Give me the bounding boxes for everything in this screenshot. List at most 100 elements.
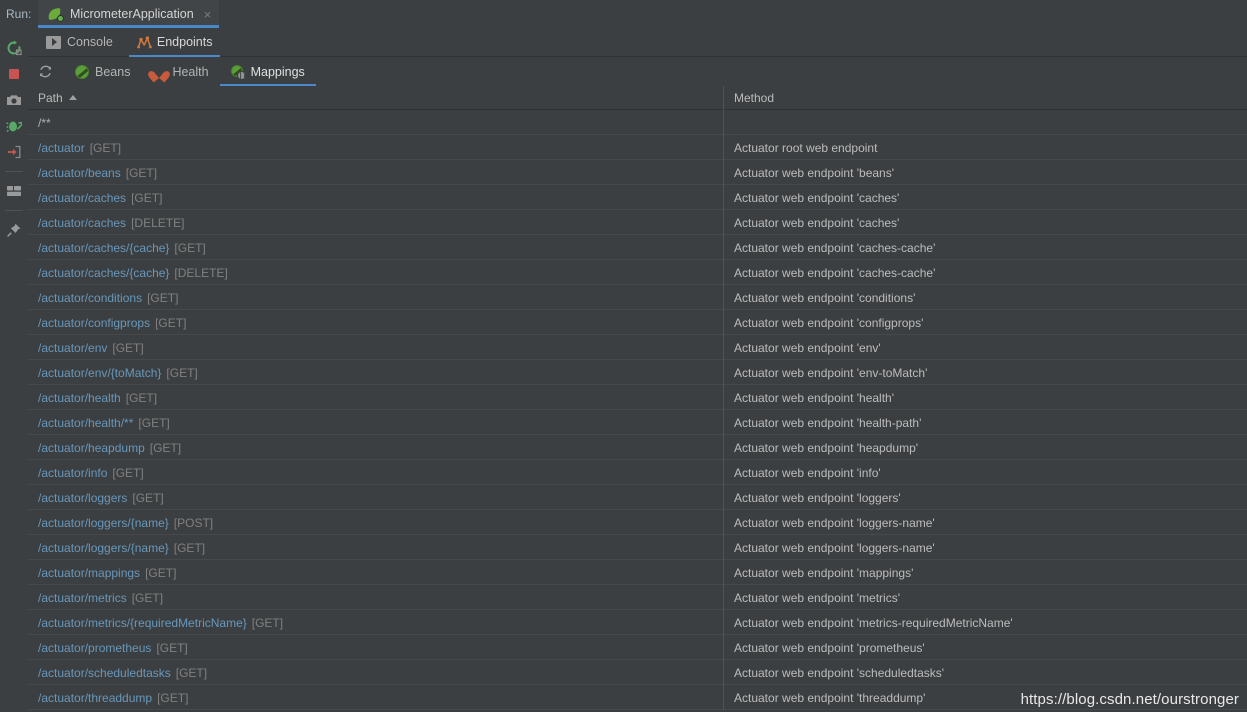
cell-path[interactable]: /actuator/loggers/{name} [POST] — [28, 510, 723, 535]
column-header-path[interactable]: Path — [28, 86, 723, 110]
cell-path[interactable]: /actuator/threaddump [GET] — [28, 685, 723, 710]
table-row[interactable]: /actuator/caches/{cache} [DELETE] Actuator… — [28, 260, 1247, 285]
tab-beans[interactable]: Beans — [64, 57, 141, 86]
cell-method: Actuator root web endpoint — [723, 135, 1247, 160]
path-link[interactable]: /actuator/loggers/{name} — [38, 516, 169, 530]
cell-path[interactable]: /actuator/metrics/{requiredMetricName} [G… — [28, 610, 723, 635]
table-row[interactable]: /actuator/caches [GET] Actuator web endpoi… — [28, 185, 1247, 210]
table-row[interactable]: /actuator/caches/{cache} [GET] Actuator we… — [28, 235, 1247, 260]
table-row[interactable]: /** — [28, 110, 1247, 135]
method-description: Actuator web endpoint 'prometheus' — [734, 640, 925, 655]
cell-method: Actuator web endpoint 'metrics' — [723, 585, 1247, 610]
table-row[interactable]: /actuator/health [GET] Actuator web endpoi… — [28, 385, 1247, 410]
cell-path[interactable]: /actuator/health [GET] — [28, 385, 723, 410]
path-link[interactable]: /actuator/loggers/{name} — [38, 541, 169, 555]
path-link[interactable]: /actuator/caches — [38, 191, 126, 205]
tab-mappings[interactable]: Mappings — [219, 57, 317, 86]
health-icon — [152, 65, 166, 79]
path-link[interactable]: /actuator/scheduledtasks — [38, 666, 171, 680]
cell-path[interactable]: /actuator/caches [DELETE] — [28, 210, 723, 235]
cell-path[interactable]: /actuator/metrics [GET] — [28, 585, 723, 610]
table-row[interactable]: /actuator/metrics/{requiredMetricName} [G… — [28, 610, 1247, 635]
cell-path[interactable]: /actuator/heapdump [GET] — [28, 435, 723, 460]
stop-button[interactable] — [2, 62, 26, 86]
table-row[interactable]: /actuator/metrics [GET] Actuator web endpo… — [28, 585, 1247, 610]
table-row[interactable]: /actuator/health/** [GET] Actuator web end… — [28, 410, 1247, 435]
path-link[interactable]: /actuator/caches/{cache} — [38, 266, 169, 280]
cell-path[interactable]: /actuator/beans [GET] — [28, 160, 723, 185]
cell-path[interactable]: /actuator/caches [GET] — [28, 185, 723, 210]
path-link[interactable]: /actuator/conditions — [38, 291, 142, 305]
table-row[interactable]: /actuator/loggers/{name} [POST] Actuator w… — [28, 510, 1247, 535]
cell-path[interactable]: /** — [28, 110, 723, 135]
method-description: Actuator web endpoint 'caches-cache' — [734, 265, 936, 280]
pin-button[interactable] — [2, 218, 26, 242]
mappings-table: Path Method /** /actuator [GET] Actuator ro… — [28, 86, 1247, 712]
table-row[interactable]: /actuator/mappings [GET] Actuator web endp… — [28, 560, 1247, 585]
cell-path[interactable]: /actuator/loggers/{name} [GET] — [28, 535, 723, 560]
table-row[interactable]: /actuator/env/{toMatch} [GET] Actuator web… — [28, 360, 1247, 385]
http-verb-badge: [GET] — [174, 240, 206, 255]
http-verb-badge: [GET] — [132, 490, 164, 505]
cell-path[interactable]: /actuator/caches/{cache} [GET] — [28, 235, 723, 260]
camera-button[interactable] — [2, 88, 26, 112]
cell-method: Actuator web endpoint 'caches-cache' — [723, 260, 1247, 285]
run-tab-micrometer-application[interactable]: MicrometerApplication × — [38, 0, 220, 28]
path-link[interactable]: /actuator/mappings — [38, 566, 140, 580]
cell-path[interactable]: /actuator/health/** [GET] — [28, 410, 723, 435]
path-link[interactable]: /actuator/env/{toMatch} — [38, 366, 161, 380]
cell-path[interactable]: /actuator [GET] — [28, 135, 723, 160]
cell-method: Actuator web endpoint 'caches-cache' — [723, 235, 1247, 260]
table-row[interactable]: /actuator/conditions [GET] Actuator web en… — [28, 285, 1247, 310]
debug-button[interactable] — [2, 114, 26, 138]
path-link[interactable]: /actuator/metrics/{requiredMetricName} — [38, 616, 247, 630]
tab-endpoints[interactable]: Endpoints — [125, 28, 225, 57]
cell-path[interactable]: /actuator/info [GET] — [28, 460, 723, 485]
path-link[interactable]: /actuator/health/** — [38, 416, 133, 430]
path-link[interactable]: /actuator/threaddump — [38, 691, 152, 705]
path-link[interactable]: /actuator/metrics — [38, 591, 127, 605]
path-link[interactable]: /actuator/info — [38, 466, 107, 480]
table-row[interactable]: /actuator/loggers/{name} [GET] Actuator we… — [28, 535, 1247, 560]
table-row[interactable]: /actuator/configprops [GET] Actuator web e… — [28, 310, 1247, 335]
cell-path[interactable]: /actuator/caches/{cache} [DELETE] — [28, 260, 723, 285]
tab-health[interactable]: Health — [141, 57, 219, 86]
cell-method: Actuator web endpoint 'mappings' — [723, 560, 1247, 585]
table-row[interactable]: /actuator [GET] Actuator root web endpoint — [28, 135, 1247, 160]
path-link[interactable]: /actuator/loggers — [38, 491, 127, 505]
cell-path[interactable]: /actuator/scheduledtasks [GET] — [28, 660, 723, 685]
table-row[interactable]: /actuator/env [GET] Actuator web endpoint … — [28, 335, 1247, 360]
path-link[interactable]: /actuator/beans — [38, 166, 121, 180]
cell-path[interactable]: /actuator/env [GET] — [28, 335, 723, 360]
close-icon[interactable]: × — [204, 8, 212, 21]
path-link[interactable]: /actuator/health — [38, 391, 121, 405]
table-row[interactable]: /actuator/prometheus [GET] Actuator web en… — [28, 635, 1247, 660]
path-link[interactable]: /actuator/env — [38, 341, 107, 355]
table-row[interactable]: /actuator/threaddump [GET] Actuator web en… — [28, 685, 1247, 710]
table-row[interactable]: /actuator/scheduledtasks [GET] Actuator we… — [28, 660, 1247, 685]
path-link[interactable]: /actuator — [38, 141, 85, 155]
method-description: Actuator web endpoint 'caches-cache' — [734, 240, 936, 255]
table-row[interactable]: /actuator/info [GET] Actuator web endpoint… — [28, 460, 1247, 485]
layout-button[interactable] — [2, 179, 26, 203]
path-link[interactable]: /actuator/caches/{cache} — [38, 241, 169, 255]
cell-path[interactable]: /actuator/configprops [GET] — [28, 310, 723, 335]
cell-path[interactable]: /actuator/loggers [GET] — [28, 485, 723, 510]
cell-path[interactable]: /actuator/conditions [GET] — [28, 285, 723, 310]
table-row[interactable]: /actuator/loggers [GET] Actuator web endpo… — [28, 485, 1247, 510]
cell-path[interactable]: /actuator/env/{toMatch} [GET] — [28, 360, 723, 385]
cell-path[interactable]: /actuator/mappings [GET] — [28, 560, 723, 585]
endpoints-toolbar: Beans Health Mappings — [28, 57, 1247, 86]
tab-console[interactable]: Console — [34, 28, 125, 57]
table-row[interactable]: /actuator/beans [GET] Actuator web endpoin… — [28, 160, 1247, 185]
column-header-method[interactable]: Method — [723, 86, 1247, 110]
cell-path[interactable]: /actuator/prometheus [GET] — [28, 635, 723, 660]
path-link[interactable]: /actuator/configprops — [38, 316, 150, 330]
rerun-button[interactable] — [2, 36, 26, 60]
path-link[interactable]: /actuator/caches — [38, 216, 126, 230]
path-link[interactable]: /actuator/heapdump — [38, 441, 145, 455]
table-row[interactable]: /actuator/heapdump [GET] Actuator web endp… — [28, 435, 1247, 460]
table-row[interactable]: /actuator/caches [DELETE] Actuator web end… — [28, 210, 1247, 235]
path-link[interactable]: /actuator/prometheus — [38, 641, 151, 655]
export-button[interactable] — [2, 140, 26, 164]
